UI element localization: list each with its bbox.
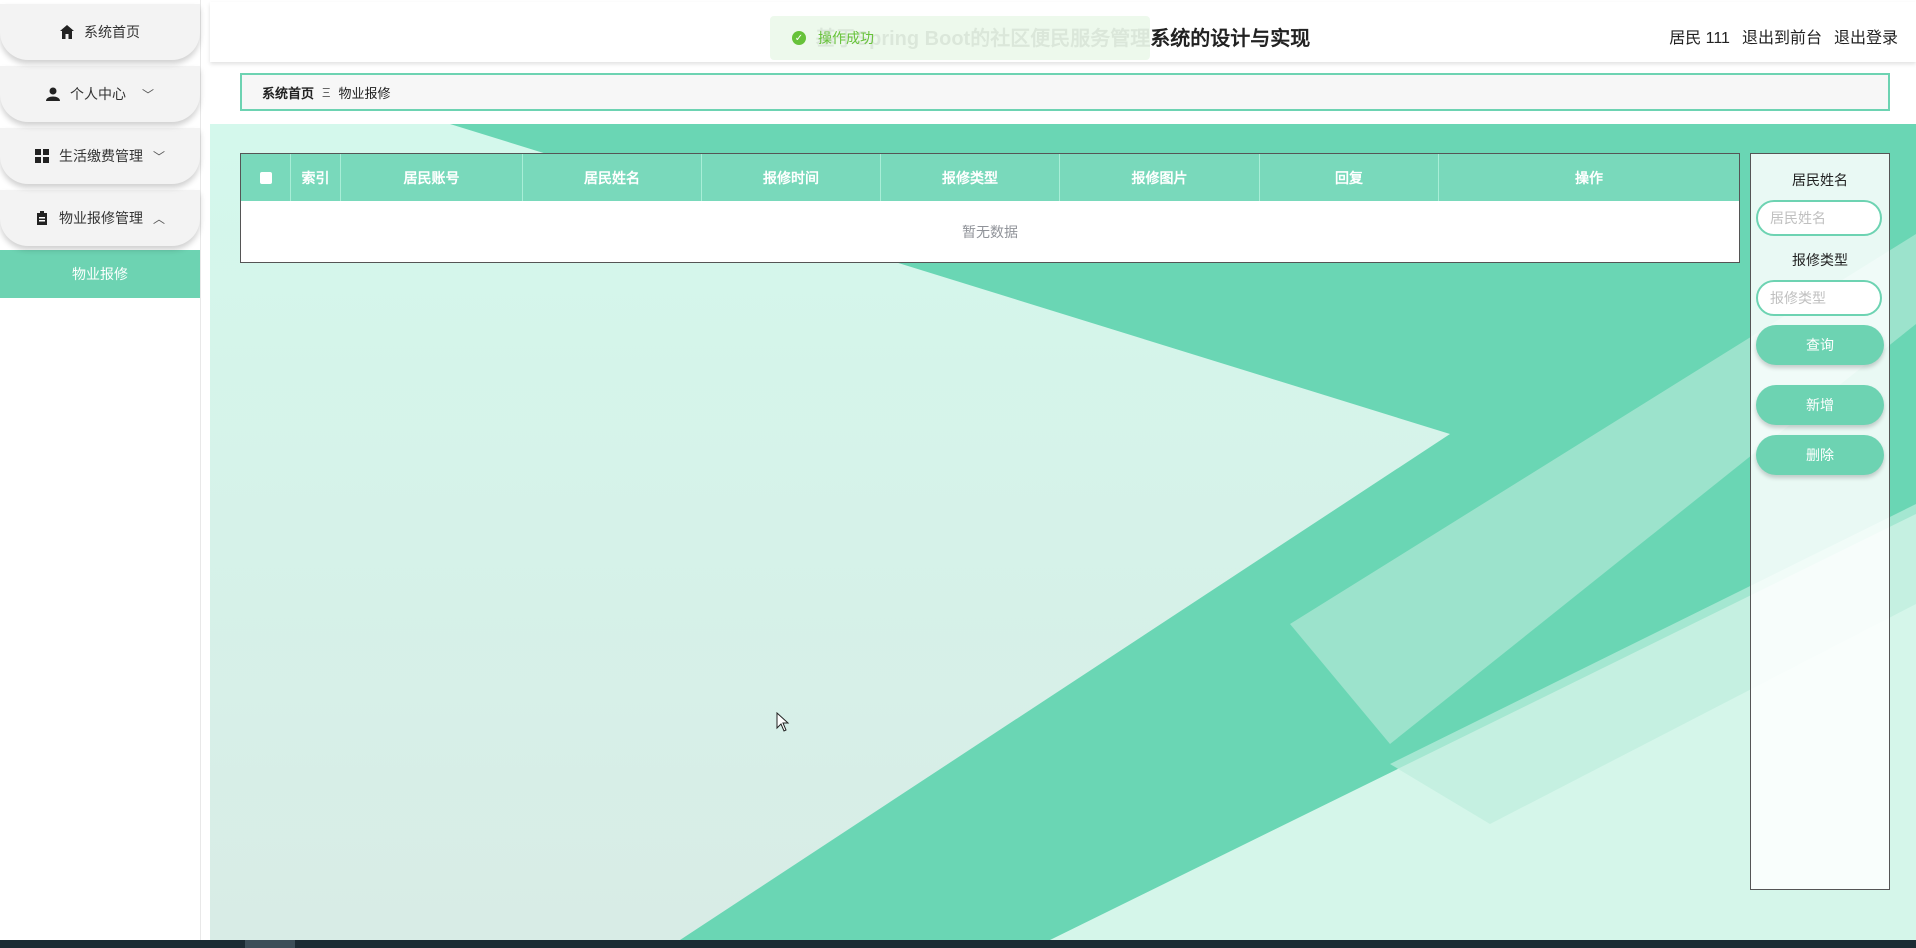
resident-name-input[interactable] [1756,200,1882,236]
header-actions: 居民 111 退出到前台 退出登录 [1669,24,1898,48]
delete-button[interactable]: 删除 [1756,435,1884,475]
breadcrumb-current: 物业报修 [338,85,391,101]
back-to-front-link[interactable]: 退出到前台 [1742,24,1822,48]
chevron-down-icon: ﹀ [152,149,165,164]
sidebar-item-label: 生活缴费管理 [58,148,143,164]
breadcrumb-home[interactable]: 系统首页 [262,83,314,102]
sidebar-item-label: 个人中心 [69,86,126,102]
column-header: 报修类型 [881,154,1060,201]
column-header: 居民姓名 [523,154,702,201]
sidebar-item-label: 系统首页 [84,24,140,40]
breadcrumb-separator: Ξ [322,84,331,100]
add-button[interactable]: 新增 [1756,385,1884,425]
query-button[interactable]: 查询 [1756,325,1884,365]
user-icon [45,87,60,101]
table-header: 索引 居民账号 居民姓名 报修时间 报修类型 报修图片 回复 操作 [241,154,1739,201]
mouse-cursor-icon [776,711,790,737]
check-circle-icon: ✓ [792,31,806,45]
toast-message: 操作成功 [818,30,874,46]
sidebar-subitem-property-repair[interactable]: 物业报修 [0,250,200,298]
breadcrumb: 系统首页 Ξ 物业报修 [240,73,1890,111]
repair-type-label: 报修类型 [1792,252,1848,268]
chevron-up-icon: ︿ [152,211,165,226]
column-header: 操作 [1575,169,1603,186]
logout-link[interactable]: 退出登录 [1834,24,1898,48]
sidebar-item-personal-center[interactable]: 个人中心 ﹀ [0,66,200,122]
column-header: 报修时间 [702,154,881,201]
search-panel: 居民姓名 报修类型 查询 新增 删除 [1750,153,1890,890]
repair-type-input[interactable] [1756,280,1882,316]
sidebar: 物业报修 物业报修管理 ︿ 生活缴费管理 ﹀ 个人中心 ﹀ 系统首页 [0,0,201,940]
select-all-checkbox[interactable] [259,171,272,184]
column-header: 报修图片 [1060,154,1260,201]
sidebar-item-home[interactable]: 系统首页 [0,4,200,60]
taskbar-item[interactable] [245,940,295,948]
clipboard-icon [35,211,49,225]
current-user: 居民 111 [1669,30,1730,47]
home-icon [60,25,74,39]
resident-name-label: 居民姓名 [1792,172,1848,188]
chevron-down-icon: ﹀ [141,87,154,102]
table-empty-text: 暂无数据 [962,223,1018,240]
column-header: 居民账号 [341,154,523,201]
sidebar-item-label: 物业报修管理 [58,210,143,226]
success-toast: ✓ 操作成功 [770,16,1150,60]
repair-table: 索引 居民账号 居民姓名 报修时间 报修类型 报修图片 回复 操作 暂无数据 [240,153,1740,263]
sidebar-item-property-repair-mgmt[interactable]: 物业报修管理 ︿ [0,190,200,246]
sidebar-subitem-label: 物业报修 [72,266,128,282]
select-all-checkbox-cell[interactable] [241,154,291,201]
column-header: 回复 [1260,154,1439,201]
column-header: 索引 [291,154,341,201]
grid-icon [34,149,49,163]
sidebar-item-payment-mgmt[interactable]: 生活缴费管理 ﹀ [0,128,200,184]
os-taskbar [0,940,1916,948]
